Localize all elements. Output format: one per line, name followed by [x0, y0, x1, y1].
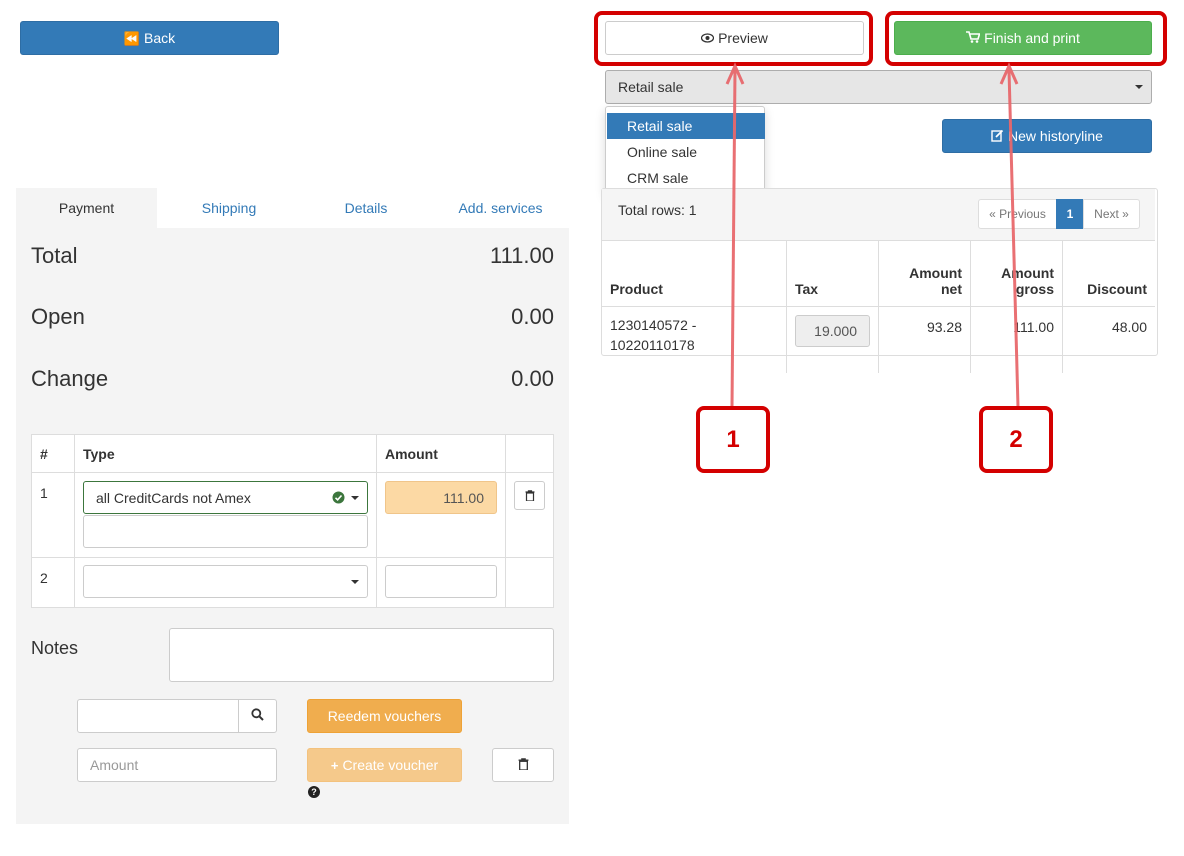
open-label: Open — [31, 304, 85, 329]
delete-payment-button[interactable] — [514, 481, 545, 510]
payment-type-select[interactable]: all CreditCards not Amex — [83, 481, 368, 514]
cell-tax: 19.000 — [786, 306, 879, 373]
tab-add-services[interactable]: Add. services — [432, 188, 569, 228]
row-number: 2 — [31, 557, 75, 608]
col-amount: Amount — [376, 434, 506, 473]
delete-voucher-button[interactable] — [492, 748, 554, 782]
notes-textarea[interactable] — [169, 628, 554, 682]
pager-page-1[interactable]: 1 — [1056, 199, 1084, 229]
sale-type-select[interactable]: Retail sale — [605, 70, 1152, 104]
notes-label: Notes — [31, 638, 79, 658]
payment-amount-input[interactable]: 111.00 — [385, 481, 497, 514]
back-button[interactable]: ⏪ Back — [20, 21, 279, 55]
col-actions — [505, 434, 554, 473]
preview-highlight — [594, 11, 873, 66]
col-type: Type — [74, 434, 377, 473]
new-historyline-label: New historyline — [1008, 128, 1103, 144]
voucher-amount-placeholder: Amount — [90, 757, 139, 773]
tab-payment[interactable]: Payment — [16, 188, 157, 228]
open-value: 0.00 — [511, 304, 554, 329]
pager-previous[interactable]: « Previous — [978, 199, 1057, 229]
check-circle-icon — [332, 491, 345, 507]
cell-amount-net: 93.28 — [878, 306, 971, 373]
create-voucher-button[interactable]: + Create voucher — [307, 748, 462, 782]
chevron-down-icon — [351, 495, 359, 500]
payment-amount-input-2[interactable] — [385, 565, 497, 598]
col-amount-gross: Amount gross — [970, 241, 1063, 307]
col-product: Product — [602, 241, 787, 307]
payment-type-value: all CreditCards not Amex — [96, 489, 251, 506]
sale-type-dropdown: Retail sale Online sale CRM sale — [605, 106, 765, 195]
voucher-search-button[interactable] — [238, 699, 277, 733]
dropdown-item-retail-sale[interactable]: Retail sale — [607, 113, 765, 139]
edit-icon — [991, 129, 1004, 144]
plus-icon: + — [330, 757, 339, 773]
tab-shipping[interactable]: Shipping — [160, 188, 298, 228]
redeem-vouchers-button[interactable]: Reedem vouchers — [307, 699, 462, 733]
payment-detail-input[interactable] — [83, 515, 368, 548]
trash-icon — [525, 488, 535, 504]
voucher-amount-input[interactable]: Amount — [77, 748, 277, 782]
col-discount: Discount — [1062, 241, 1155, 307]
col-amount-net: Amount net — [878, 241, 971, 307]
finish-highlight — [885, 11, 1167, 66]
new-historyline-button[interactable]: New historyline — [942, 119, 1152, 153]
total-label: Total — [31, 243, 78, 268]
tab-details[interactable]: Details — [300, 188, 432, 228]
tax-input[interactable]: 19.000 — [795, 315, 870, 347]
create-voucher-label: Create voucher — [342, 757, 439, 773]
table-row: 1230140572 -10220110178 19.000 93.28 111… — [602, 306, 1155, 373]
backward-icon: ⏪ — [123, 30, 141, 46]
total-value: 111.00 — [489, 243, 554, 268]
redeem-vouchers-label: Reedem vouchers — [327, 708, 442, 724]
payment-table-header: # Type Amount — [31, 434, 554, 473]
question-icon[interactable]: ? — [308, 786, 320, 798]
chevron-down-icon — [1135, 85, 1143, 89]
dropdown-item-online-sale[interactable]: Online sale — [607, 139, 765, 165]
row-number: 1 — [31, 472, 75, 558]
grid-table: Product Tax Amount net Amount gross Discou… — [602, 241, 1155, 373]
cell-amount-gross: 111.00 — [970, 306, 1063, 373]
grid-header-row: Product Tax Amount net Amount gross Discou… — [602, 241, 1155, 307]
col-number: # — [31, 434, 75, 473]
total-rows-label: Total rows: 1 — [618, 202, 697, 218]
cell-product: 1230140572 -10220110178 — [602, 306, 787, 373]
callout-2: 2 — [979, 406, 1053, 473]
callout-1: 1 — [696, 406, 770, 473]
cell-discount: 48.00 — [1111, 319, 1147, 335]
back-label: Back — [144, 30, 176, 46]
pager-next[interactable]: Next » — [1083, 199, 1140, 229]
trash-icon — [518, 757, 529, 773]
search-icon — [251, 708, 264, 724]
chevron-down-icon — [351, 579, 359, 584]
col-tax: Tax — [786, 241, 879, 307]
change-label: Change — [31, 366, 109, 391]
change-value: 0.00 — [511, 366, 554, 391]
payment-type-select-2[interactable] — [83, 565, 368, 598]
voucher-code-input[interactable] — [77, 699, 239, 733]
sale-type-value: Retail sale — [618, 79, 684, 95]
payment-amount-value: 111.00 — [443, 489, 484, 506]
